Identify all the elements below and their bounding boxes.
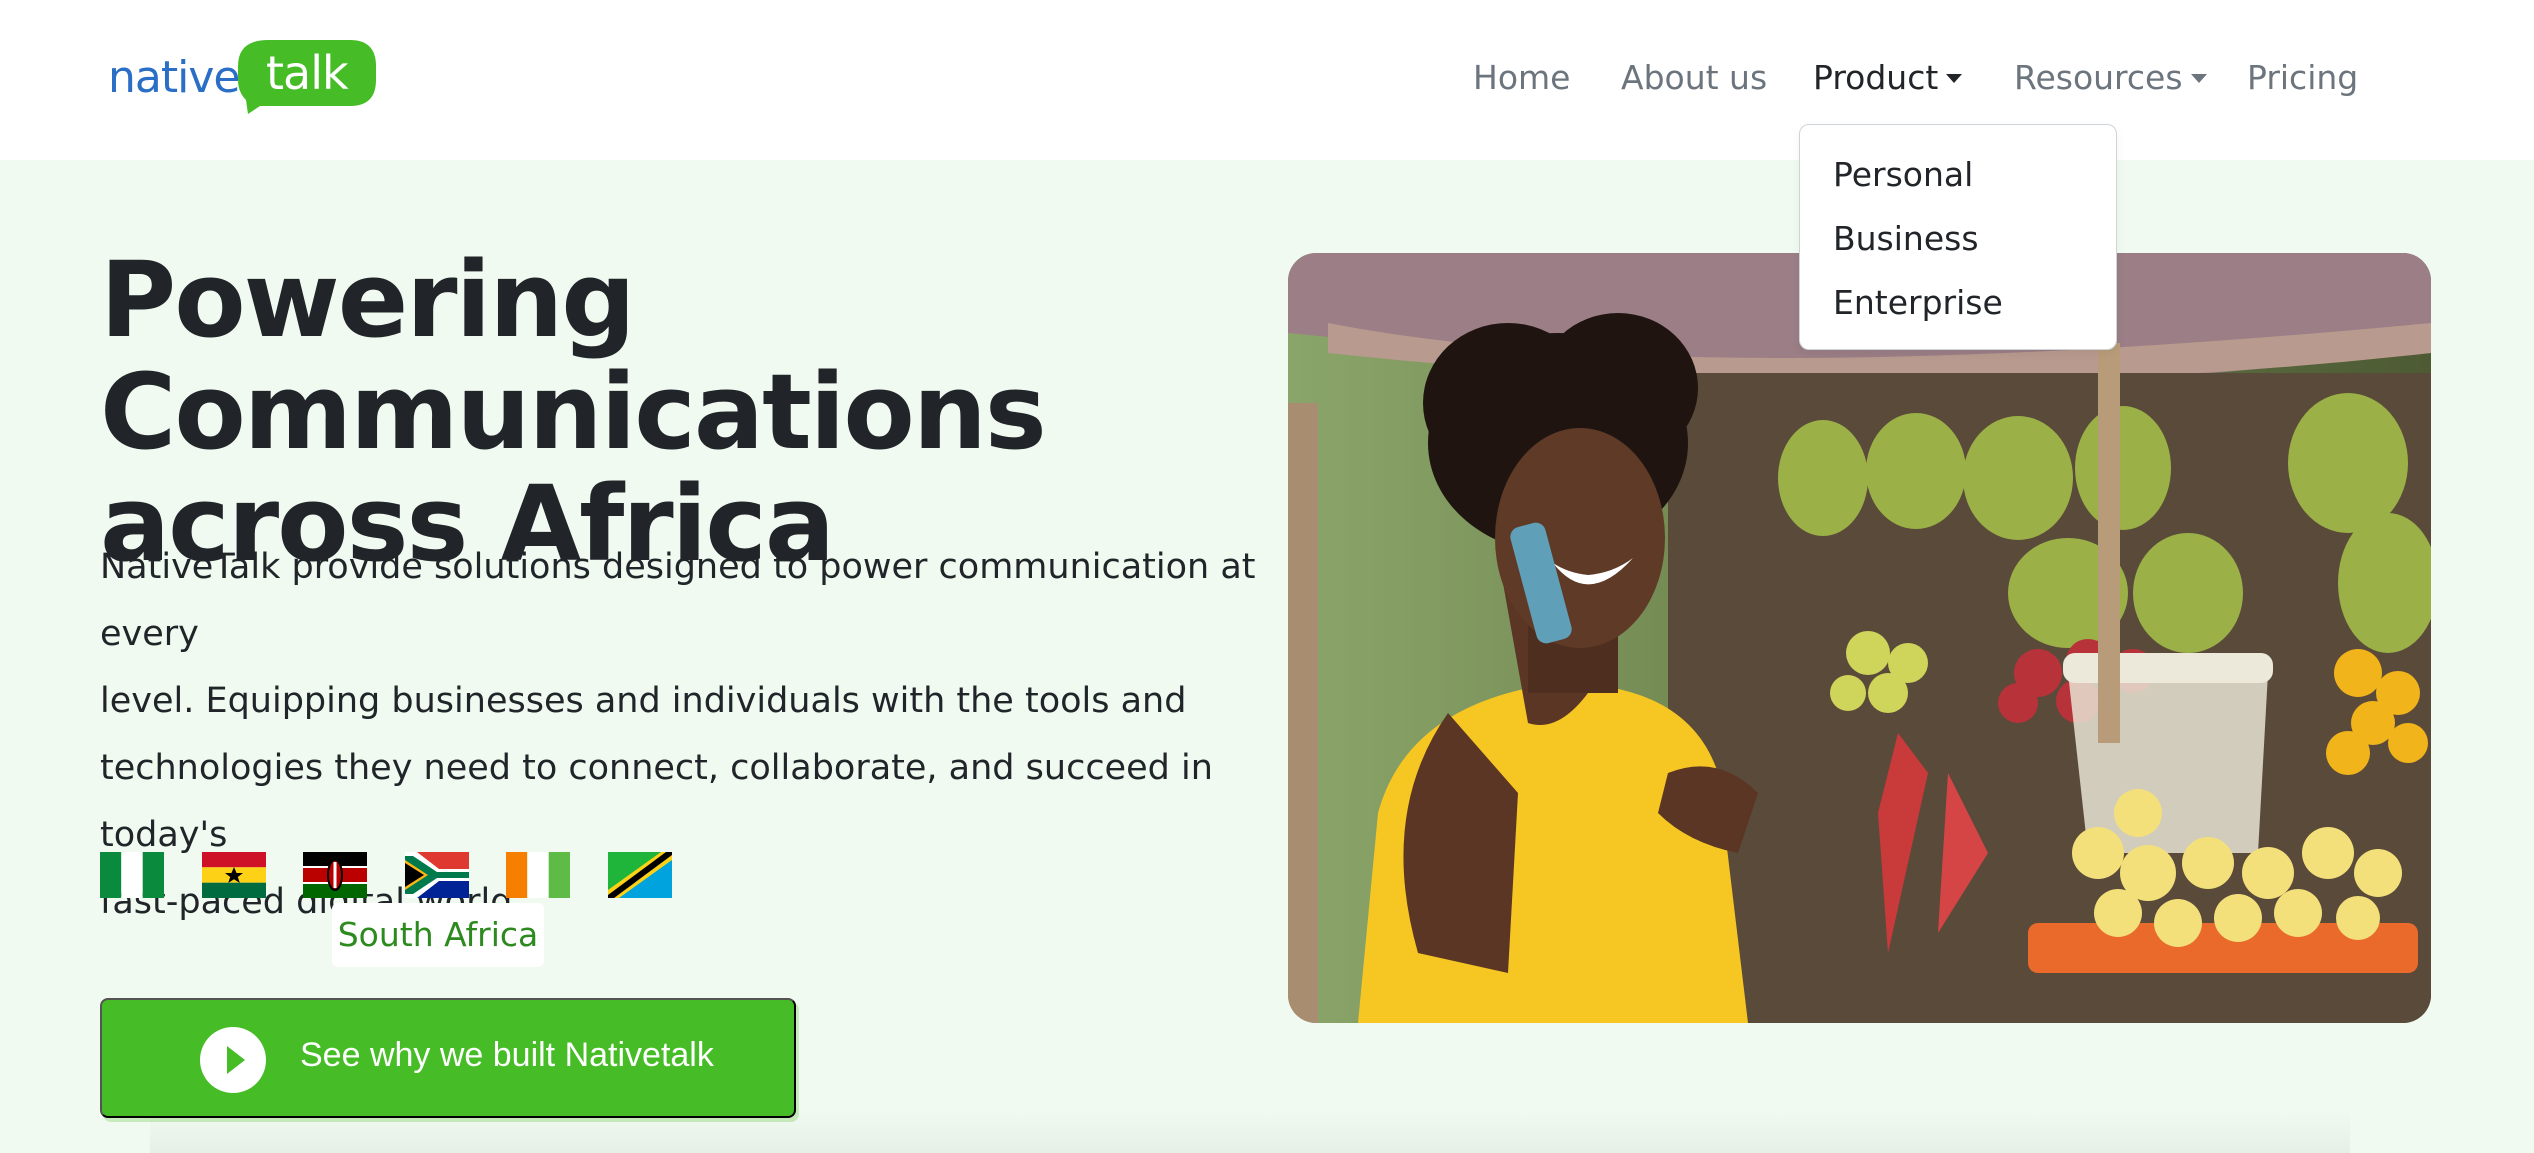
south-africa-flag-icon[interactable] (405, 852, 469, 898)
nav-resources[interactable]: Resources (2014, 58, 2207, 108)
navbar: native talk Home About us Product Resour… (0, 0, 2534, 160)
hero-title-line-1: Powering Communications (100, 239, 1047, 473)
play-icon (200, 1027, 266, 1093)
hero-desc-line-1: NativeTalk provide solutions designed to… (100, 547, 1256, 654)
hero-photo-woman-on-phone (1288, 253, 2431, 1023)
kenya-flag-icon[interactable] (303, 852, 367, 898)
hero-description: NativeTalk provide solutions designed to… (100, 534, 1260, 936)
nav-about-us[interactable]: About us (1621, 58, 1767, 108)
see-why-button[interactable]: See why we built Nativetalk (100, 998, 796, 1118)
product-dropdown-menu: Personal Business Enterprise (1799, 124, 2117, 350)
caret-down-icon (1946, 74, 1963, 83)
hero-desc-line-2: level. Equipping businesses and individu… (100, 681, 1187, 721)
nav-product[interactable]: Product (1813, 58, 1963, 108)
nav-resources-label: Resources (2014, 58, 2183, 97)
logo-native-text: native (108, 52, 240, 103)
tanzania-flag-icon[interactable] (608, 852, 672, 898)
caret-down-icon (2190, 74, 2207, 83)
logo-talk-text: talk (266, 46, 349, 100)
nav-pricing[interactable]: Pricing (2247, 58, 2358, 108)
dropdown-item-enterprise[interactable]: Enterprise (1833, 283, 2003, 322)
section-bottom-shadow (150, 1110, 2350, 1153)
flag-tooltip: South Africa (332, 903, 544, 967)
hero-desc-line-3: technologies they need to connect, colla… (100, 748, 1213, 855)
hero-title: Powering Communications across Africa (100, 244, 1300, 580)
ivory-coast-flag-icon[interactable] (506, 852, 570, 898)
see-why-button-label: See why we built Nativetalk (300, 1036, 714, 1074)
dropdown-item-personal[interactable]: Personal (1833, 155, 1973, 194)
nativetalk-logo[interactable]: native talk (108, 40, 376, 118)
ghana-flag-icon[interactable] (202, 852, 266, 898)
nav-product-label: Product (1813, 58, 1939, 97)
nav-home[interactable]: Home (1473, 58, 1570, 108)
nigeria-flag-icon[interactable] (100, 852, 164, 898)
dropdown-item-business[interactable]: Business (1833, 219, 1979, 258)
